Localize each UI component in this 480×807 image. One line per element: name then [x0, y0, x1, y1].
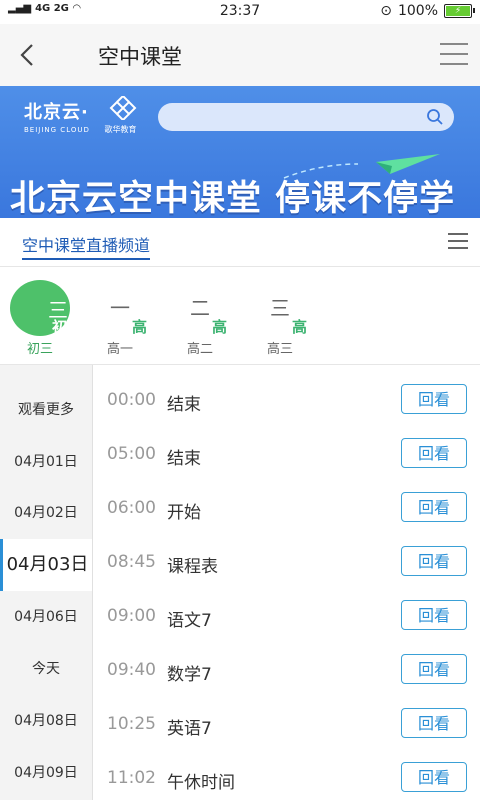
program-time: 05:00 — [107, 444, 156, 464]
grade-icon: 三 高 — [270, 296, 308, 336]
battery-percent: 100% — [397, 3, 438, 19]
schedule-row: 05:00 结束 回看 — [93, 429, 480, 483]
program-title: 结束 — [167, 449, 201, 469]
replay-button[interactable]: 回看 — [401, 546, 467, 576]
grade-label: 高三 — [266, 342, 293, 357]
grade-icon: 二 高 — [190, 296, 228, 336]
schedule-row: 09:00 语文7 回看 — [93, 591, 480, 645]
program-time: 10:25 — [107, 714, 156, 734]
date-item[interactable]: 04月08日 — [0, 695, 92, 747]
replay-button[interactable]: 回看 — [401, 708, 467, 738]
grade-label: 高二 — [186, 342, 213, 357]
program-title: 开始 — [167, 503, 201, 523]
schedule-list: 00:00 结束 回看 05:00 结束 回看 06:00 开始 回看 08:4… — [93, 365, 480, 800]
date-item[interactable]: 04月09日 — [0, 747, 92, 799]
back-arrow-icon[interactable] — [14, 41, 42, 69]
banner[interactable]: 北京云· BEIJING CLOUD 歌华教育 北京云空中课堂 停课不停学 — [0, 86, 480, 218]
replay-button[interactable]: 回看 — [401, 600, 467, 630]
date-item[interactable]: 04月01日 — [0, 436, 92, 488]
rotation-lock-icon: ⊙ — [380, 3, 392, 19]
schedule-row: 00:00 结束 回看 — [93, 375, 480, 429]
replay-button[interactable]: 回看 — [401, 654, 467, 684]
program-time: 08:45 — [107, 552, 156, 572]
program-time: 11:02 — [107, 768, 156, 788]
date-item[interactable]: 04月02日 — [0, 487, 92, 539]
replay-button[interactable]: 回看 — [401, 438, 467, 468]
grade-label: 高一 — [106, 342, 133, 357]
program-title: 课程表 — [167, 557, 218, 577]
schedule-row: 09:40 数学7 回看 — [93, 645, 480, 699]
banner-headline: 北京云空中课堂 停课不停学 — [10, 179, 456, 218]
schedule-row: 08:45 课程表 回看 — [93, 537, 480, 591]
program-title: 午休时间 — [167, 773, 235, 793]
title-bar: 空中课堂 — [0, 24, 480, 87]
search-icon[interactable] — [426, 108, 444, 126]
grade-tab-gao2[interactable]: 二 高 高二 — [160, 268, 240, 364]
replay-button[interactable]: 回看 — [401, 384, 467, 414]
status-bar: ▂▄▆ 4G 2G ◠ 23:37 ⊙ 100% ⚡ — [0, 0, 480, 24]
channel-title-tab[interactable]: 空中课堂直播频道 — [22, 232, 151, 260]
channel-menu-icon[interactable] — [448, 233, 468, 251]
battery-icon: ⚡ — [444, 4, 475, 18]
search-input[interactable] — [158, 103, 454, 131]
replay-button[interactable]: 回看 — [401, 492, 467, 522]
channel-bar: 空中课堂直播频道 — [0, 218, 480, 267]
grade-tab-gao1[interactable]: 一 高 高一 — [80, 268, 160, 364]
replay-button[interactable]: 回看 — [401, 762, 467, 792]
program-title: 数学7 — [167, 665, 212, 685]
status-right: ⊙ 100% ⚡ — [380, 3, 475, 19]
schedule-row: 10:25 英语7 回看 — [93, 699, 480, 753]
date-item[interactable]: 04月06日 — [0, 591, 92, 643]
program-time: 09:00 — [107, 606, 156, 626]
program-title: 语文7 — [167, 611, 212, 631]
schedule-row: 06:00 开始 回看 — [93, 483, 480, 537]
grade-tabs: 三 初 初三 一 高 高一 二 高 高二 三 高 高三 — [0, 268, 480, 365]
program-time: 00:00 — [107, 390, 156, 410]
program-time: 06:00 — [107, 498, 156, 518]
date-item-selected[interactable]: 04月03日 — [0, 539, 92, 591]
page-title: 空中课堂 — [98, 45, 182, 69]
grade-icon: 一 高 — [110, 296, 148, 336]
grade-label: 初三 — [26, 342, 53, 357]
program-title: 结束 — [167, 395, 201, 415]
date-item-today[interactable]: 今天 — [0, 643, 92, 695]
beijing-cloud-logo: 北京云· BEIJING CLOUD — [24, 102, 90, 134]
partner-logo: 歌华教育 — [98, 94, 143, 135]
program-time: 09:40 — [107, 660, 156, 680]
menu-icon[interactable] — [440, 43, 468, 67]
grade-icon: 三 初 — [48, 298, 68, 336]
schedule-row: 11:02 午休时间 回看 — [93, 753, 480, 807]
date-item-more[interactable]: 观看更多 — [0, 384, 92, 436]
program-title: 英语7 — [167, 719, 212, 739]
partner-mark-icon — [109, 94, 137, 122]
date-sidebar: 观看更多 04月01日 04月02日 04月03日 04月06日 今天 04月0… — [0, 365, 93, 800]
grade-tab-gao3[interactable]: 三 高 高三 — [240, 268, 320, 364]
grade-tab-chu3[interactable]: 三 初 初三 — [0, 268, 80, 364]
